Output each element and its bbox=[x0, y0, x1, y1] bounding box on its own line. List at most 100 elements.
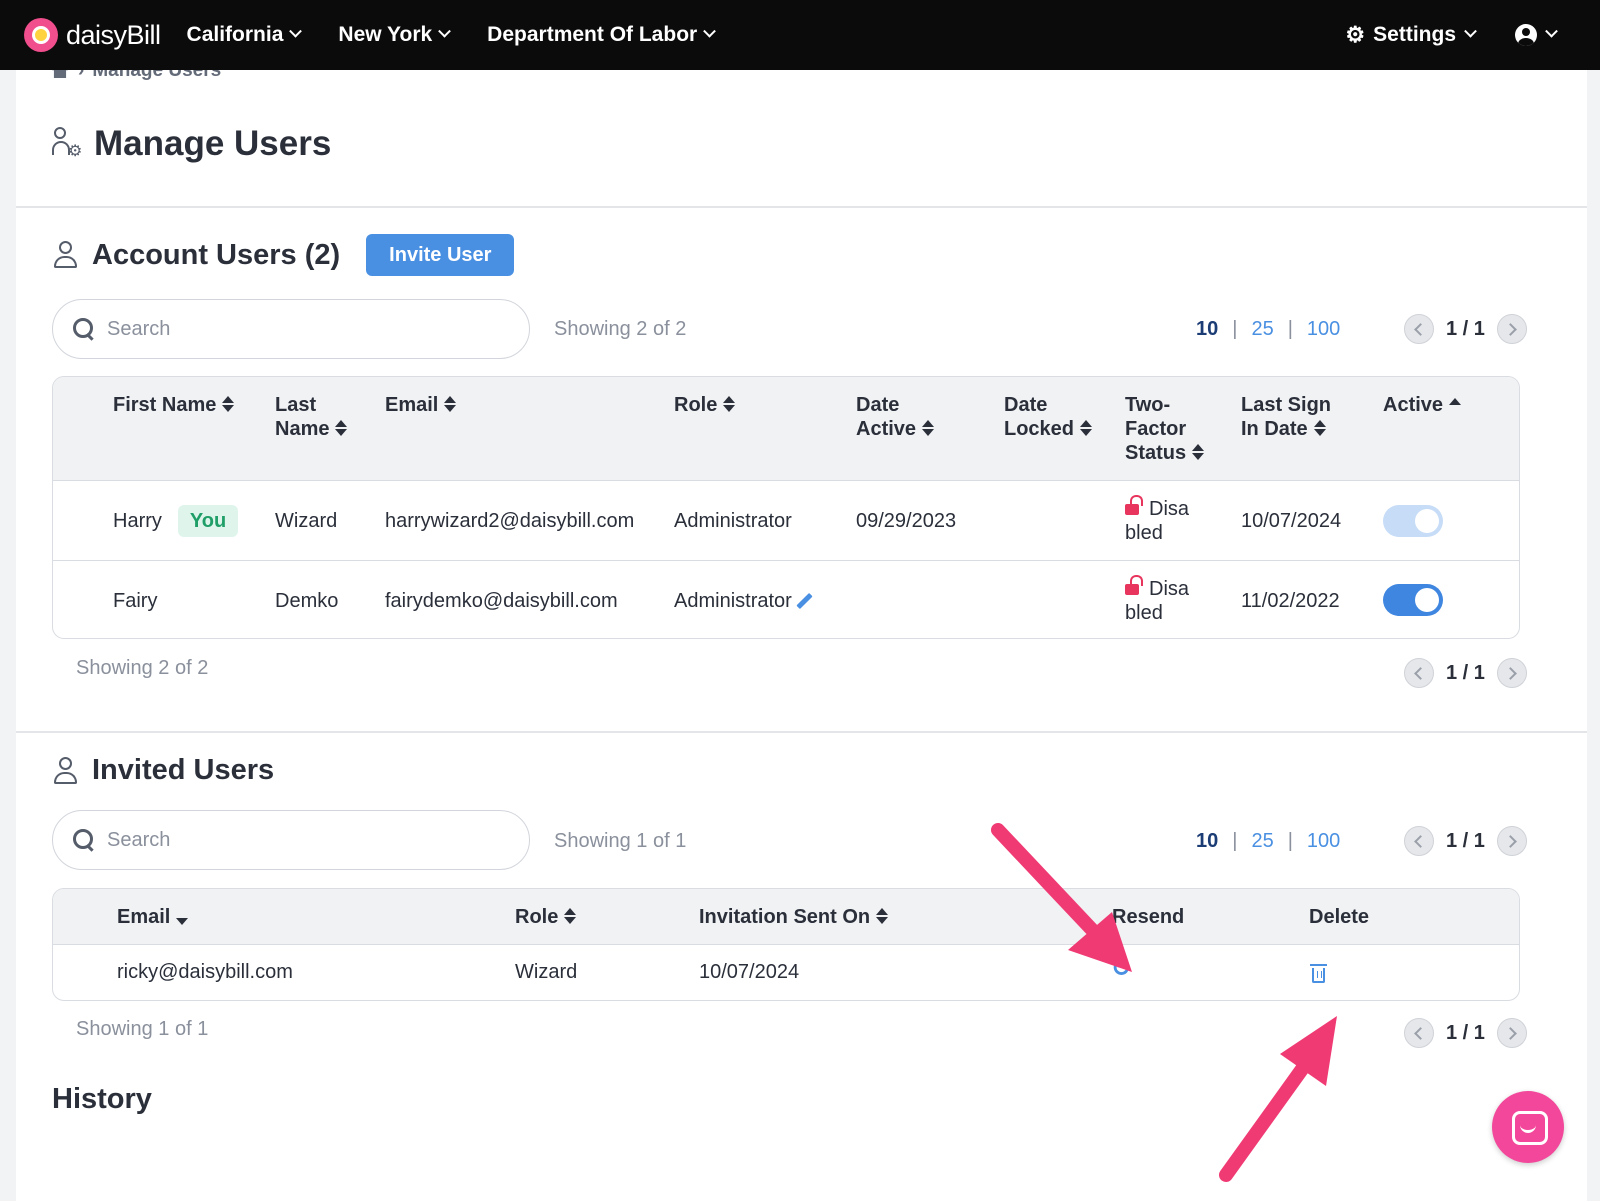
nav-right: ⚙ Settings bbox=[1345, 22, 1600, 48]
sort-icon bbox=[1192, 444, 1205, 460]
invited-users-showing-bottom: Showing 1 of 1 bbox=[76, 1018, 209, 1040]
sort-icon bbox=[222, 396, 235, 412]
refresh-icon[interactable]: ↻ bbox=[1111, 955, 1131, 982]
prev-page-icon[interactable] bbox=[1404, 826, 1434, 856]
cell-two-factor: Disa bled bbox=[1125, 495, 1190, 544]
section-divider bbox=[16, 206, 1587, 208]
account-users-page-size: 10 | 25 | 100 bbox=[1196, 318, 1340, 341]
col-last-name[interactable]: Last Name bbox=[275, 393, 348, 441]
invited-users-search-input[interactable] bbox=[107, 828, 487, 852]
user-account-menu[interactable] bbox=[1515, 24, 1558, 46]
sort-icon bbox=[876, 908, 889, 924]
unlock-icon bbox=[1125, 495, 1143, 515]
person-icon bbox=[54, 756, 78, 785]
sort-icon bbox=[564, 908, 577, 924]
nav-new-york[interactable]: New York bbox=[338, 23, 452, 47]
settings-label: Settings bbox=[1373, 23, 1456, 46]
page-size-25[interactable]: 25 bbox=[1251, 318, 1273, 341]
prev-page-icon[interactable] bbox=[1404, 1018, 1434, 1048]
table-row: ricky@daisybill.com Wizard 10/07/2024 ↻ bbox=[53, 945, 1519, 1000]
cell-first-name: Fairy bbox=[113, 590, 158, 612]
cell-role: Administrator bbox=[674, 589, 813, 613]
user-settings-icon: ⚙ bbox=[52, 127, 82, 161]
home-icon[interactable] bbox=[52, 70, 68, 78]
col-email[interactable]: Email bbox=[117, 905, 189, 929]
table-row: Fairy Demko fairydemko@daisybill.com Adm… bbox=[53, 561, 1519, 638]
account-users-pager-bottom: 1 / 1 bbox=[1404, 658, 1527, 688]
nav-california[interactable]: California bbox=[186, 23, 303, 47]
cell-two-factor: Disa bled bbox=[1125, 575, 1190, 624]
settings-menu[interactable]: ⚙ Settings bbox=[1345, 22, 1477, 48]
chat-launcher-button[interactable] bbox=[1492, 1091, 1564, 1163]
cell-email: harrywizard2@daisybill.com bbox=[385, 510, 635, 532]
prev-page-icon[interactable] bbox=[1404, 314, 1434, 344]
col-two-factor-status[interactable]: Two- Factor Status bbox=[1125, 393, 1205, 465]
page-size-sep: | bbox=[1232, 830, 1238, 852]
account-users-title: Account Users (2) bbox=[92, 238, 341, 271]
account-users-search-input[interactable] bbox=[107, 317, 487, 341]
person-icon bbox=[54, 241, 78, 269]
col-resend: Resend bbox=[1112, 906, 1185, 928]
unlock-icon bbox=[1125, 575, 1143, 595]
active-toggle[interactable] bbox=[1383, 505, 1443, 537]
page-size-25[interactable]: 25 bbox=[1251, 830, 1273, 853]
sort-icon bbox=[444, 396, 457, 412]
sort-icon bbox=[922, 420, 935, 436]
account-users-search[interactable] bbox=[52, 299, 530, 359]
edit-pencil-icon[interactable] bbox=[796, 592, 813, 610]
cell-active bbox=[1383, 584, 1443, 616]
cell-date-active: 09/29/2023 bbox=[856, 510, 957, 532]
search-icon bbox=[73, 829, 95, 851]
invited-users-pager-bottom: 1 / 1 bbox=[1404, 1018, 1527, 1048]
brand-logo-link[interactable]: daisyBill bbox=[24, 18, 161, 52]
next-page-icon[interactable] bbox=[1496, 314, 1527, 344]
col-role[interactable]: Role bbox=[515, 905, 577, 929]
col-date-active[interactable]: Date Active bbox=[856, 393, 935, 441]
trash-icon[interactable] bbox=[1310, 964, 1327, 983]
sort-icon bbox=[1080, 420, 1093, 436]
col-email[interactable]: Email bbox=[385, 393, 457, 417]
col-last-sign-in[interactable]: Last Sign In Date bbox=[1241, 393, 1331, 441]
user-avatar-icon bbox=[1515, 24, 1537, 46]
prev-page-icon[interactable] bbox=[1404, 658, 1434, 688]
resend-button[interactable]: ↻ bbox=[1111, 957, 1131, 982]
nav-dol-label: Department Of Labor bbox=[487, 23, 698, 46]
col-first-name[interactable]: First Name bbox=[113, 393, 235, 417]
invited-users-title: Invited Users bbox=[92, 754, 275, 786]
sort-desc-icon bbox=[176, 918, 189, 925]
page-size-10[interactable]: 10 bbox=[1196, 830, 1218, 853]
nav-new-york-label: New York bbox=[338, 23, 433, 46]
account-users-table-header: First Name Last Name Email Role Date Activ… bbox=[53, 377, 1519, 481]
table-row: Harry You Wizard harrywizard2@daisybill.c… bbox=[53, 481, 1519, 561]
col-role[interactable]: Role bbox=[674, 393, 736, 417]
page-size-100[interactable]: 100 bbox=[1307, 830, 1340, 853]
col-date-locked[interactable]: Date Locked bbox=[1004, 393, 1093, 441]
page-content: › Manage Users ⚙ Manage Users Account Us… bbox=[16, 70, 1587, 1201]
top-nav: daisyBill California New York Department… bbox=[0, 0, 1600, 70]
page-size-100[interactable]: 100 bbox=[1307, 318, 1340, 341]
breadcrumb: › Manage Users bbox=[52, 70, 221, 82]
pager-label: 1 / 1 bbox=[1446, 317, 1485, 340]
col-invitation-sent-on[interactable]: Invitation Sent On bbox=[699, 905, 889, 929]
page-size-10[interactable]: 10 bbox=[1196, 318, 1218, 341]
nav-department-of-labor[interactable]: Department Of Labor bbox=[487, 23, 717, 47]
page-header: ⚙ Manage Users bbox=[52, 124, 331, 164]
invite-user-button[interactable]: Invite User bbox=[366, 234, 515, 276]
pager-label: 1 / 1 bbox=[1446, 661, 1485, 684]
next-page-icon[interactable] bbox=[1496, 826, 1527, 856]
active-toggle[interactable] bbox=[1383, 584, 1443, 616]
gear-icon: ⚙ bbox=[1345, 22, 1366, 47]
invited-users-search[interactable] bbox=[52, 810, 530, 870]
delete-button[interactable] bbox=[1310, 964, 1327, 989]
cell-first-name: Harry You bbox=[113, 505, 239, 537]
history-title: History bbox=[52, 1083, 152, 1115]
invited-users-header: Invited Users bbox=[54, 754, 274, 787]
col-active[interactable]: Active bbox=[1383, 393, 1462, 417]
sort-icon bbox=[1313, 420, 1326, 436]
nav-california-label: California bbox=[186, 23, 284, 46]
next-page-icon[interactable] bbox=[1496, 658, 1527, 688]
cell-role: Administrator bbox=[674, 510, 792, 532]
next-page-icon[interactable] bbox=[1496, 1018, 1527, 1048]
cell-email: fairydemko@daisybill.com bbox=[385, 590, 618, 612]
pager-label: 1 / 1 bbox=[1446, 829, 1485, 852]
